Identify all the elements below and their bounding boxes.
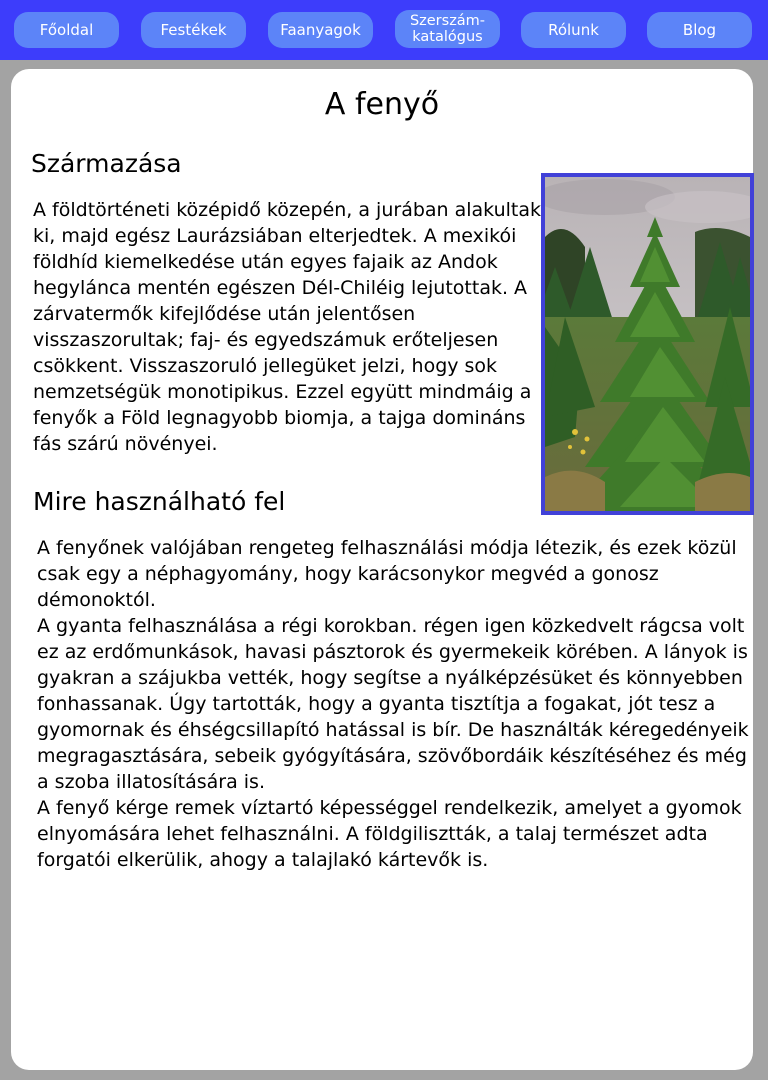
nav-button-fooldal[interactable]: Főoldal [14, 12, 119, 48]
article-card: A fenyő Származása A földtörténeti közép… [11, 69, 754, 1070]
fir-tree-photo [541, 173, 754, 515]
nav-button-blog[interactable]: Blog [647, 12, 752, 48]
usage-text-1: A fenyőnek valójában rengeteg felhasznál… [37, 537, 737, 611]
nav-button-festekek[interactable]: Festékek [141, 12, 246, 48]
origin-paragraph: A földtörténeti középidő közepén, a jurá… [33, 199, 542, 455]
page-title: A fenyő [324, 87, 440, 122]
nav-button-rolunk[interactable]: Rólunk [521, 12, 626, 48]
nav-button-szerszamkatalogus[interactable]: Szerszám- katalógus [395, 10, 500, 48]
usage-paragraph: A fenyőnek valójában rengeteg felhasznál… [37, 535, 749, 873]
usage-text-3: A fenyő kérge remek víztartó képességgel… [37, 797, 742, 871]
usage-text-2: A gyanta felhasználása a régi korokban. … [37, 615, 749, 793]
nav-button-faanyagok[interactable]: Faanyagok [268, 12, 373, 48]
usage-heading: Mire használható fel [33, 487, 286, 516]
origin-heading: Származása [31, 149, 182, 178]
top-navbar: Főoldal Festékek Faanyagok Szerszám- kat… [0, 0, 768, 60]
